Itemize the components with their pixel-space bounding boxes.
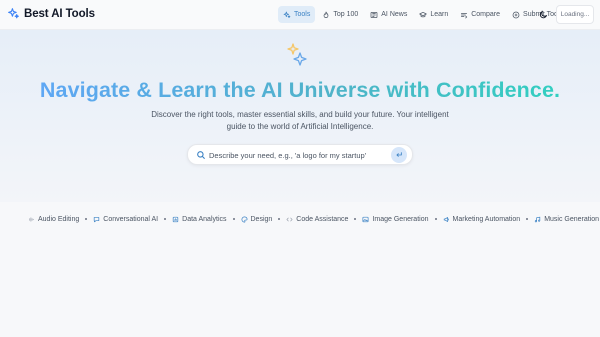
search-bar bbox=[187, 144, 413, 165]
sparkles-icon bbox=[283, 11, 291, 18]
category-data-analytics[interactable]: Data Analytics bbox=[172, 215, 227, 223]
nav-item-label: Compare bbox=[471, 11, 501, 18]
image-icon bbox=[362, 216, 369, 222]
palette-icon bbox=[241, 216, 247, 222]
category-image-generation[interactable]: Image Generation bbox=[362, 215, 429, 223]
separator-dot bbox=[354, 218, 357, 220]
category-label: Conversational AI bbox=[103, 215, 159, 223]
nav-item-top-100[interactable]: Top 100 bbox=[317, 6, 363, 23]
top-navbar: Best AI Tools Tools Top 100 AI News Lear… bbox=[0, 0, 600, 30]
moon-icon bbox=[539, 11, 547, 19]
search-submit-button[interactable] bbox=[391, 147, 407, 163]
chat-icon bbox=[94, 216, 100, 222]
newspaper-icon bbox=[370, 11, 378, 18]
separator-dot bbox=[164, 218, 167, 220]
enter-arrow-icon bbox=[396, 152, 402, 157]
hero-headline: Navigate & Learn the AI Universe with Co… bbox=[0, 78, 600, 103]
nav-item-compare[interactable]: Compare bbox=[455, 6, 505, 23]
nav-item-label: Top 100 bbox=[333, 11, 359, 18]
category-label: Marketing Automation bbox=[452, 215, 521, 223]
category-label: Audio Editing bbox=[38, 215, 80, 223]
graduation-cap-icon bbox=[419, 11, 428, 17]
category-label: Image Generation bbox=[372, 215, 429, 223]
sparkles-icon bbox=[8, 8, 19, 19]
category-music-generation[interactable]: Music Generation bbox=[534, 216, 599, 223]
brand-logo[interactable]: Best AI Tools bbox=[7, 7, 95, 20]
brand-name: Best AI Tools bbox=[24, 7, 95, 20]
nav-item-label: Learn bbox=[430, 11, 449, 18]
theme-toggle-button[interactable] bbox=[535, 6, 552, 23]
compare-icon bbox=[461, 12, 468, 18]
separator-dot bbox=[232, 218, 235, 220]
category-label: Design bbox=[250, 215, 273, 223]
megaphone-icon bbox=[443, 216, 449, 222]
category-label: Music Generation bbox=[544, 215, 600, 223]
search-input[interactable] bbox=[209, 148, 384, 162]
category-code-assistance[interactable]: Code Assistance bbox=[286, 216, 348, 223]
search-icon bbox=[197, 151, 205, 159]
category-conversational-ai[interactable]: Conversational AI bbox=[93, 216, 158, 223]
nav-item-label: Tools bbox=[294, 11, 311, 18]
code-icon bbox=[286, 217, 293, 221]
nav-item-tools[interactable]: Tools bbox=[278, 6, 316, 23]
separator-dot bbox=[434, 218, 437, 220]
category-label: Data Analytics bbox=[182, 215, 227, 223]
music-icon bbox=[535, 216, 541, 222]
plus-circle-icon bbox=[512, 11, 520, 18]
separator-dot bbox=[85, 218, 88, 220]
category-marketing-automation[interactable]: Marketing Automation bbox=[443, 215, 521, 223]
category-design[interactable]: Design bbox=[241, 215, 273, 223]
sparkles-icon bbox=[287, 43, 307, 66]
nav-links: Tools Top 100 AI News Learn Compare Subm… bbox=[278, 6, 566, 23]
category-strip: Audio Editing Conversational AI Data Ana… bbox=[0, 212, 600, 226]
separator-dot bbox=[526, 218, 529, 220]
loading-button[interactable]: Loading... bbox=[556, 5, 594, 24]
audio-icon bbox=[29, 216, 34, 222]
loading-label: Loading... bbox=[560, 11, 590, 18]
separator-dot bbox=[278, 218, 281, 220]
nav-item-label: AI News bbox=[381, 11, 408, 18]
chart-icon bbox=[172, 216, 179, 222]
nav-item-ai-news[interactable]: AI News bbox=[365, 6, 412, 23]
category-label: Code Assistance bbox=[296, 215, 349, 223]
category-audio-editing[interactable]: Audio Editing bbox=[28, 216, 79, 223]
hero-subheading: Discover the right tools, master essenti… bbox=[151, 110, 449, 131]
flame-icon bbox=[323, 11, 329, 18]
nav-item-learn[interactable]: Learn bbox=[414, 6, 453, 23]
